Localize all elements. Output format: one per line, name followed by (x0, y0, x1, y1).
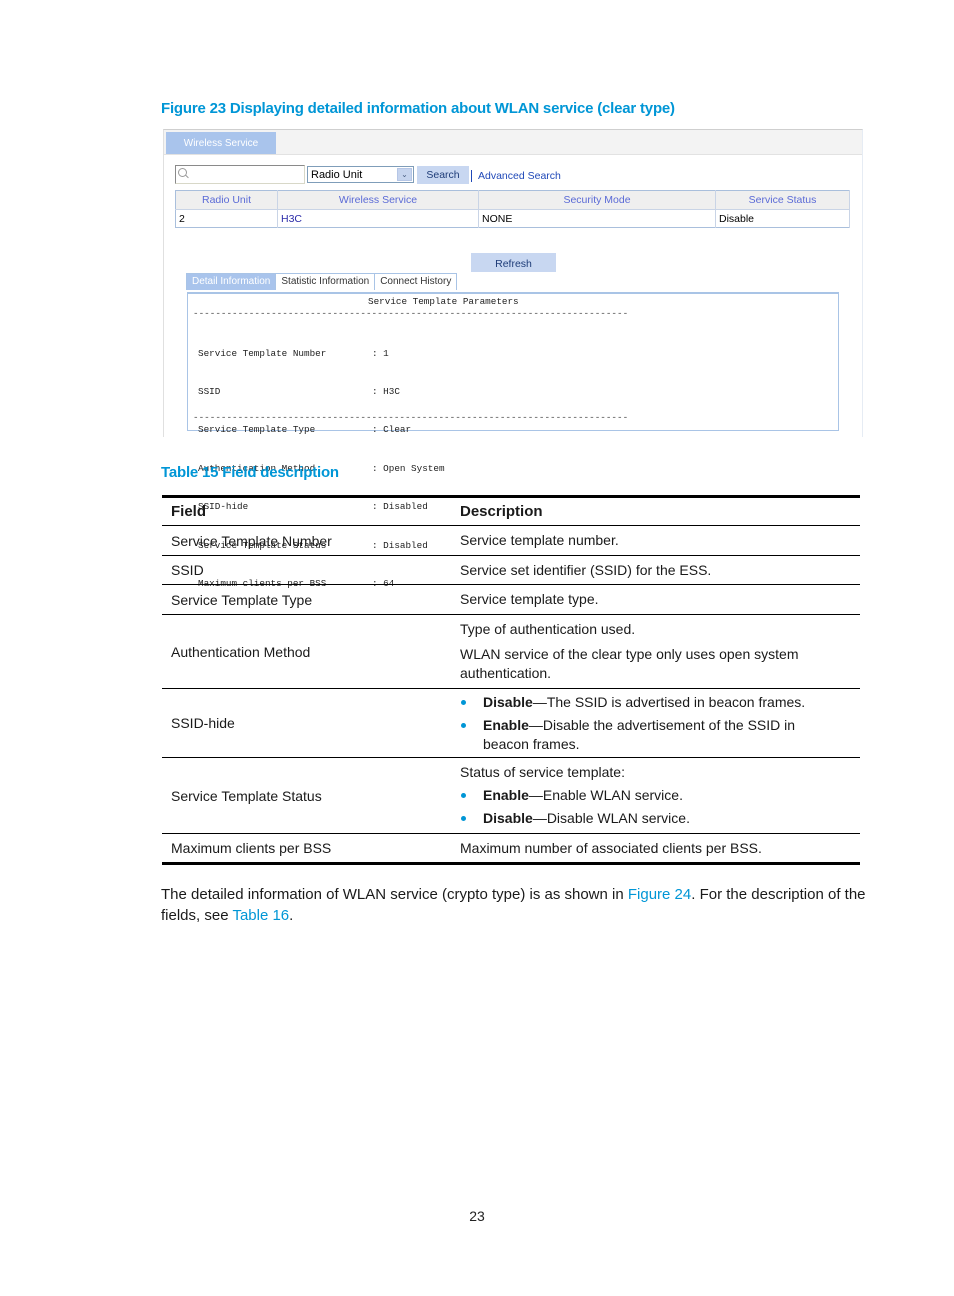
bullet-item: Disable—Disable WLAN service. (460, 809, 860, 828)
column-header-service-status[interactable]: Service Status (715, 190, 850, 210)
field-name: Service Template Number (162, 525, 451, 556)
tab-connect-history[interactable]: Connect History (375, 274, 457, 290)
description-text: WLAN service of the clear type only uses… (460, 646, 799, 681)
body-paragraph: The detailed information of WLAN service… (161, 884, 866, 926)
parameter-row: Service Template Type : Clear (198, 424, 445, 437)
divider: ----------------------------------------… (193, 308, 629, 319)
search-field-select[interactable]: Radio Unit ⌄ (307, 166, 414, 183)
parameter-key: SSID (198, 385, 221, 397)
table-row: Service Template Type Service template t… (162, 584, 860, 615)
field-description: Service set identifier (SSID) for the ES… (451, 555, 860, 585)
cell-wireless-service-link[interactable]: H3C (277, 209, 479, 228)
bullet-list: Disable—The SSID is advertised in beacon… (460, 693, 860, 754)
field-description: Service template number. (451, 525, 860, 556)
bullet-item: Disable—The SSID is advertised in beacon… (460, 693, 860, 712)
field-name: Maximum clients per BSS (171, 840, 332, 856)
bullet-text: —Enable WLAN service. (528, 787, 683, 803)
paragraph-text: The detailed information of WLAN service… (161, 886, 628, 903)
figure-24-link[interactable]: Figure 24 (628, 886, 691, 903)
bullet-list: Enable—Enable WLAN service. Disable—Disa… (460, 786, 860, 828)
divider: ----------------------------------------… (193, 412, 629, 423)
field-name: Service Template Type (162, 584, 451, 615)
table-row: SSID-hide Disable—The SSID is advertised… (162, 688, 860, 758)
bullet-item: Enable—Disable the advertisement of the … (460, 716, 860, 754)
tab-statistic-information[interactable]: Statistic Information (276, 274, 376, 290)
bullet-term: Enable (483, 716, 529, 733)
table-row: Service Template Status Status of servic… (162, 757, 860, 834)
description-text: Status of service template: (460, 764, 625, 780)
bullet-text: —Disable the advertisement of the SSID i… (483, 716, 796, 752)
bullet-icon (461, 793, 466, 798)
parameter-key: Service Template Type (198, 424, 316, 436)
table-16-link[interactable]: Table 16 (232, 907, 289, 924)
description-text: Service template number. (460, 532, 619, 548)
field-name: Service Template Status (162, 757, 451, 834)
search-icon (178, 168, 187, 177)
bullet-term: Enable (483, 787, 529, 803)
bullet-term: Disable (483, 693, 533, 710)
search-input[interactable] (175, 165, 305, 184)
bullet-icon (461, 722, 466, 728)
description-text: Service template type. (460, 591, 599, 607)
page-number: 23 (469, 1208, 485, 1224)
parameter-value: : 1 (372, 347, 389, 359)
bullet-item: Enable—Enable WLAN service. (460, 786, 860, 805)
tab-wireless-service[interactable]: Wireless Service (166, 132, 276, 154)
parameter-value: : Open System (372, 462, 445, 474)
field-description-table: Field Description Service Template Numbe… (162, 495, 860, 865)
bullet-text: —Disable WLAN service. (532, 810, 690, 826)
wireless-service-screenshot: Wireless Service Radio Unit ⌄ Search Adv… (163, 129, 863, 589)
parameter-row: SSID : H3C (198, 386, 445, 399)
table-row: Authentication Method Type of authentica… (162, 614, 860, 689)
paragraph-text: . (289, 907, 294, 924)
table-row[interactable]: 2 H3C NONE Disable (175, 209, 850, 228)
separator (471, 170, 472, 182)
search-button[interactable]: Search (417, 166, 469, 184)
field-description: Disable—The SSID is advertised in beacon… (451, 688, 860, 758)
parameter-value: : H3C (372, 385, 400, 397)
description-text: Service set identifier (SSID) for the ES… (460, 561, 712, 578)
advanced-search-link[interactable]: Advanced Search (478, 170, 561, 182)
field-name: SSID-hide (162, 688, 451, 758)
detail-tabs: Detail Information Statistic Information… (186, 273, 458, 290)
parameter-row: Service Template Number : 1 (198, 348, 445, 361)
detail-panel: Service Template Parameters ------------… (187, 292, 839, 589)
cell-radio-unit: 2 (175, 209, 278, 228)
top-tab-bar: Wireless Service (164, 130, 862, 155)
search-field-select-value: Radio Unit (311, 169, 363, 181)
description-text: Type of authentication used. (460, 621, 636, 637)
cell-service-status: Disable (715, 209, 850, 228)
column-header-radio-unit[interactable]: Radio Unit (175, 190, 278, 210)
figure-caption: Figure 23 Displaying detailed informatio… (161, 100, 675, 117)
field-description: Type of authentication used. WLAN servic… (451, 614, 860, 689)
chevron-down-icon[interactable]: ⌄ (397, 168, 412, 181)
refresh-button[interactable]: Refresh (471, 253, 556, 272)
table-row: Maximum clients per BSS Maximum number o… (162, 834, 860, 864)
field-description: Maximum number of associated clients per… (451, 834, 860, 864)
field-name: SSID (162, 555, 451, 585)
cell-security-mode: NONE (478, 209, 716, 228)
table-row: Service Template Number Service template… (162, 525, 860, 556)
bullet-text: —The SSID is advertised in beacon frames… (532, 693, 806, 710)
column-header-security-mode[interactable]: Security Mode (478, 190, 716, 210)
bullet-icon (461, 699, 466, 705)
tab-detail-information[interactable]: Detail Information (187, 274, 277, 290)
parameter-key: Service Template Number (198, 347, 327, 359)
parameter-value: : Clear (372, 424, 412, 436)
bullet-icon (461, 816, 466, 821)
table-caption: Table 15 Field description (161, 464, 339, 481)
field-description: Status of service template: Enable—Enabl… (451, 757, 860, 834)
field-description: Service template type. (451, 584, 860, 615)
column-header-wireless-service[interactable]: Wireless Service (277, 190, 479, 210)
field-name: Authentication Method (162, 614, 451, 689)
service-list-table: Radio Unit Wireless Service Security Mod… (175, 190, 850, 228)
header-field: Field (162, 496, 451, 526)
description-text: Maximum number of associated clients per… (460, 839, 762, 856)
detail-title: Service Template Parameters (368, 296, 519, 307)
header-description: Description (451, 496, 860, 526)
bullet-term: Disable (483, 810, 533, 826)
table-row: SSID Service set identifier (SSID) for t… (162, 555, 860, 585)
